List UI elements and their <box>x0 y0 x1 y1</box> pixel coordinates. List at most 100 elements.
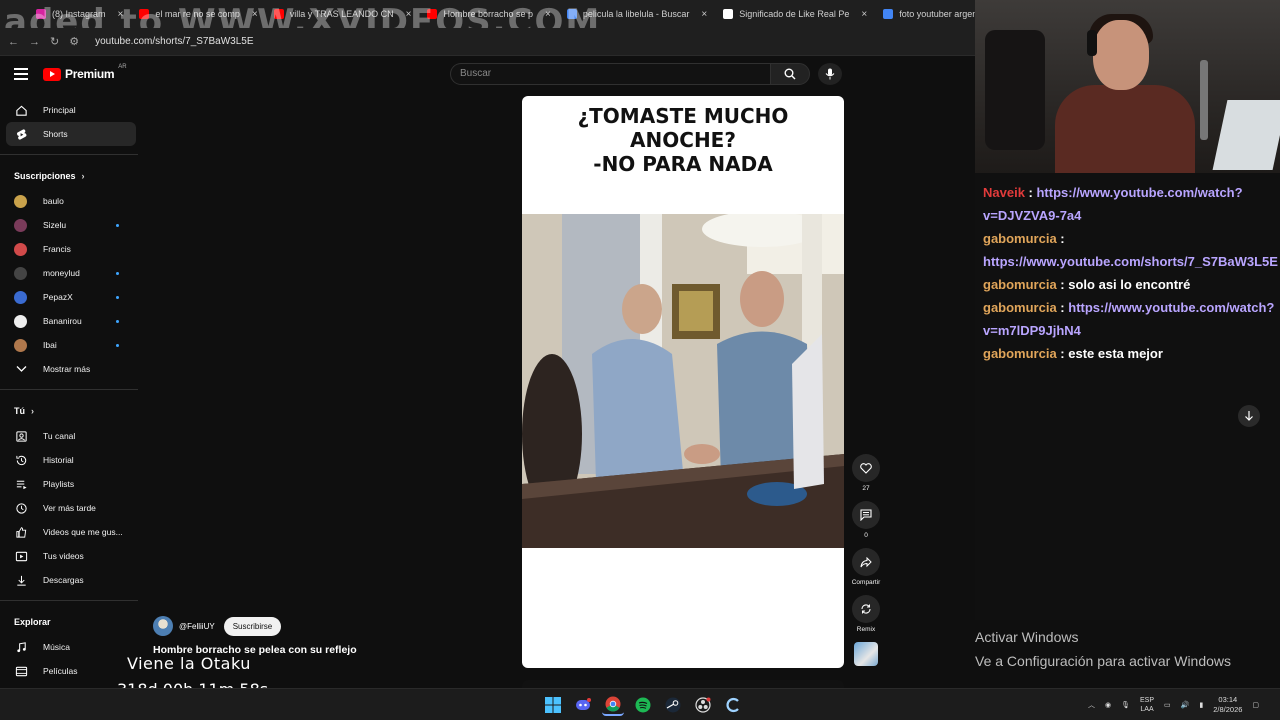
chrome-icon[interactable] <box>602 694 624 716</box>
tab-close-icon[interactable]: × <box>406 9 412 20</box>
sidebar-item-clock[interactable]: Ver más tarde <box>0 496 138 520</box>
menu-icon[interactable] <box>14 68 28 80</box>
tab-close-icon[interactable]: × <box>701 9 707 20</box>
sidebar-subscription-sizelu[interactable]: Sizelu <box>0 213 138 237</box>
subscriptions-header[interactable]: Suscripciones › <box>0 163 138 189</box>
tray-chevron-icon[interactable]: ︿ <box>1088 700 1095 710</box>
search-input[interactable]: Buscar <box>450 63 770 85</box>
chat-link[interactable]: https://www.youtube.com/watch? <box>1068 300 1274 315</box>
chat-username[interactable]: gabomurcia <box>983 300 1057 315</box>
comment-button[interactable] <box>852 501 880 529</box>
channel-avatar[interactable] <box>153 616 173 636</box>
taskbar-clock[interactable]: 03:14 2/8/2026 <box>1213 695 1242 715</box>
activate-windows-notice: Activar Windows Ve a Configuración para … <box>975 625 1231 673</box>
sidebar-item-video[interactable]: Tus videos <box>0 544 138 568</box>
sidebar-item-music[interactable]: Música <box>0 635 138 659</box>
streaming-app-icon[interactable] <box>722 694 744 716</box>
sidebar: Principal Shorts Suscripciones › baulo Sizelu… <box>0 98 138 700</box>
chat-link[interactable]: v=m7lDP9JjhN4 <box>983 323 1081 338</box>
microphone-tray-icon[interactable]: 🎙 <box>1121 701 1130 709</box>
language-indicator[interactable]: ESP LAA <box>1140 696 1154 714</box>
tab-close-icon[interactable]: × <box>118 9 124 20</box>
sidebar-item-history[interactable]: Historial <box>0 448 138 472</box>
chat-scroll-down-button[interactable] <box>1238 405 1260 427</box>
sidebar-subscription-moneylud[interactable]: moneylud <box>0 261 138 285</box>
browser-tab[interactable]: foto youtuber argenti× <box>875 0 975 28</box>
next-short-peek[interactable] <box>522 680 844 688</box>
browser-tab[interactable]: Hombre borracho se p × <box>419 0 558 28</box>
tab-close-icon[interactable]: × <box>861 9 867 20</box>
tab-close-icon[interactable]: × <box>545 9 551 20</box>
sidebar-item-channel[interactable]: Tu canal <box>0 424 138 448</box>
chat-message-line: Naveik : https://www.youtube.com/watch? <box>983 181 1280 204</box>
remix-button[interactable] <box>852 595 880 623</box>
forward-icon[interactable]: → <box>29 36 40 48</box>
sound-thumbnail[interactable] <box>854 642 878 666</box>
stream-chat: Naveik : https://www.youtube.com/watch? v… <box>975 173 1280 620</box>
chat-username[interactable]: Naveik <box>983 185 1025 200</box>
obs-icon[interactable] <box>692 694 714 716</box>
back-icon[interactable]: ← <box>8 36 19 48</box>
battery-icon[interactable]: ▮ <box>1199 701 1203 709</box>
tab-label: (8) Instagram <box>52 9 106 19</box>
subscription-label: moneylud <box>43 268 80 278</box>
sidebar-subscription-baulo[interactable]: baulo <box>0 189 138 213</box>
chat-username[interactable]: gabomurcia <box>983 231 1057 246</box>
movie-icon <box>14 664 28 678</box>
site-info-icon[interactable]: ⚙ <box>69 35 79 48</box>
network-icon[interactable]: ◉ <box>1105 701 1111 709</box>
display-icon[interactable]: ▭ <box>1164 701 1171 709</box>
you-header[interactable]: Tú › <box>0 398 138 424</box>
channel-avatar <box>14 194 27 208</box>
youtube-logo[interactable]: Premium AR <box>43 64 127 81</box>
search-button[interactable] <box>770 63 810 85</box>
explore-header: Explorar <box>0 609 138 635</box>
steam-icon[interactable] <box>662 694 684 716</box>
clock-date: 2/8/2026 <box>1213 705 1243 714</box>
show-more-button[interactable]: Mostrar más <box>0 357 138 381</box>
voice-search-button[interactable] <box>818 63 842 85</box>
discord-icon[interactable] <box>572 694 594 716</box>
browser-tab[interactable]: pelicula la libelula - Buscar × <box>559 0 715 28</box>
short-player[interactable]: ¿TOMASTE MUCHO ANOCHE? -NO PARA NADA <box>522 96 844 668</box>
keyboard-layout: LAA <box>1140 706 1154 713</box>
browser-tab[interactable]: el mar re no se comp × <box>131 0 265 28</box>
notifications-icon[interactable]: ▢ <box>1252 701 1259 709</box>
sidebar-subscription-ibai[interactable]: Ibai <box>0 333 138 357</box>
short-video-frame[interactable] <box>522 214 844 548</box>
sidebar-subscription-pepazx[interactable]: PepazX <box>0 285 138 309</box>
chat-link[interactable]: v=DJVZVA9-7a4 <box>983 208 1081 223</box>
comment-icon <box>860 509 872 521</box>
url-field[interactable]: youtube.com/shorts/7_S7BaW3L5E <box>95 36 253 47</box>
channel-handle[interactable]: @FelliiUY <box>179 622 215 631</box>
share-button[interactable] <box>852 548 880 576</box>
chat-link[interactable]: https://www.youtube.com/watch? <box>1036 185 1242 200</box>
sidebar-subscription-francis[interactable]: Francis <box>0 237 138 261</box>
browser-tab[interactable]: Significado de Like Real Pe × <box>715 0 875 28</box>
new-content-dot <box>116 344 119 347</box>
sidebar-item-download[interactable]: Descargas <box>0 568 138 592</box>
windows-start-icon[interactable] <box>542 694 564 716</box>
sidebar-item-playlist[interactable]: Playlists <box>0 472 138 496</box>
chat-username[interactable]: gabomurcia <box>983 346 1057 361</box>
new-content-dot <box>116 320 119 323</box>
volume-icon[interactable]: 🔊 <box>1181 701 1190 709</box>
chat-message: Naveik : https://www.youtube.com/watch? v… <box>983 181 1280 227</box>
sidebar-item-like[interactable]: Videos que me gus... <box>0 520 138 544</box>
sidebar-item-shorts[interactable]: Shorts <box>6 122 136 146</box>
tab-close-icon[interactable]: × <box>252 9 258 20</box>
sidebar-item-principal[interactable]: Principal <box>0 98 138 122</box>
channel-avatar <box>14 218 27 232</box>
reload-icon[interactable]: ↻ <box>50 35 59 48</box>
sidebar-divider <box>0 600 138 601</box>
like-button[interactable] <box>852 454 880 482</box>
browser-tab[interactable]: (8) Instagram × <box>28 0 131 28</box>
chat-link[interactable]: https://www.youtube.com/shorts/7_S7BaW3L… <box>983 254 1278 269</box>
subscribe-button[interactable]: Suscribirse <box>223 616 282 636</box>
sidebar-subscription-bananirou[interactable]: Bananirou <box>0 309 138 333</box>
chat-username[interactable]: gabomurcia <box>983 277 1057 292</box>
tab-label: foto youtuber argenti <box>899 9 975 19</box>
browser-tab[interactable]: villa y TRAS LEANDO CN × <box>266 0 420 28</box>
home-icon <box>14 103 28 117</box>
spotify-icon[interactable] <box>632 694 654 716</box>
